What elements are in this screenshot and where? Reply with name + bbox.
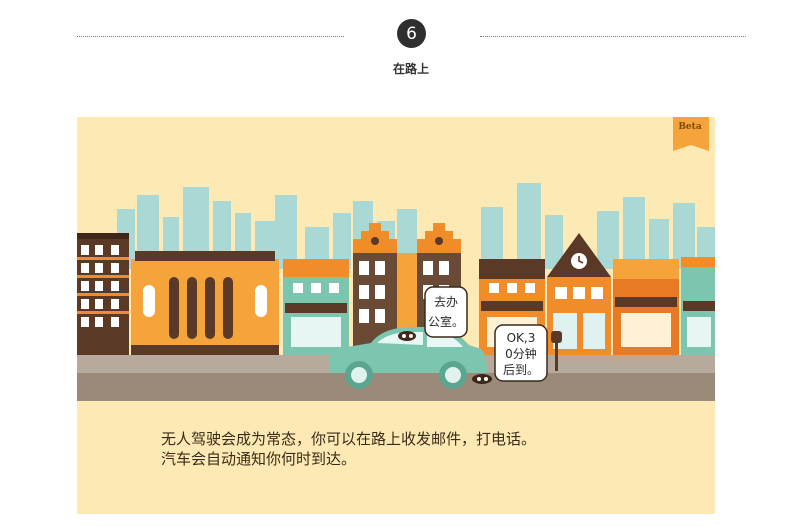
building-teal-shop [283,259,349,355]
passenger-left [398,331,416,341]
divider-right [480,36,746,37]
road [77,373,715,401]
caption-line-2: 汽车会自动通知你何时到达。 [161,450,357,468]
section-number-badge: 6 [397,19,426,48]
caption: 无人驾驶会成为常态，你可以在路上收发邮件，打电话。 汽车会自动通知你何时到达。 [161,429,691,469]
building-left [77,233,129,355]
building-museum [131,251,279,355]
section-title: 在路上 [392,62,429,76]
section-header: 6 在路上 [0,0,801,90]
passenger-right [472,374,492,384]
speech-bubble-right-text: OK,3 0分钟 后到。 [502,331,539,377]
speech-bubble-left-text: 去办 公室。 [427,295,464,329]
building-brick [613,259,679,355]
city-road-illustration: Beta 去办 公室。 OK,3 0分钟 后到。 无人驾驶会成为常态，你可以在路… [77,117,715,514]
building-far-right [681,257,715,355]
beta-label: Beta [678,122,702,132]
caption-line-1: 无人驾驶会成为常态，你可以在路上收发邮件，打电话。 [161,430,537,448]
divider-left [77,36,344,37]
